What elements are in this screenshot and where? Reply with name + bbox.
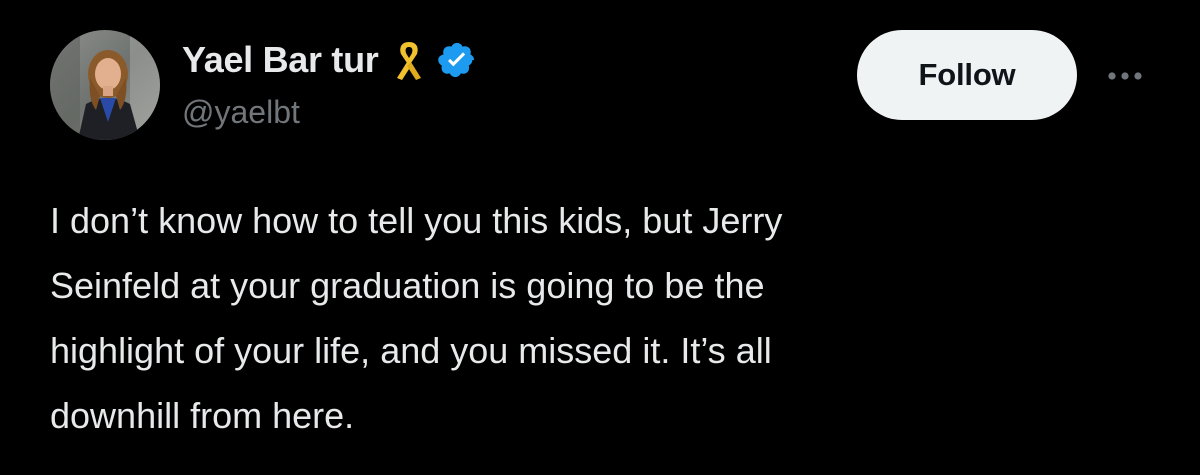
more-options-icon[interactable] [1103, 58, 1147, 94]
tweet-text: I don’t know how to tell you this kids, … [50, 188, 1160, 448]
tweet-text-line: downhill from here. [50, 395, 355, 436]
tweet-text-line: Seinfeld at your graduation is going to … [50, 265, 765, 306]
avatar[interactable] [50, 30, 160, 140]
avatar-photo [50, 30, 160, 140]
tweet-card: Yael Bar tur @yaelbt Follow I don’t know… [0, 0, 1200, 475]
author-display-name[interactable]: Yael Bar tur [182, 39, 379, 81]
yellow-ribbon-icon [393, 38, 425, 82]
verified-badge-icon [437, 40, 477, 80]
tweet-text-line: I don’t know how to tell you this kids, … [50, 200, 783, 241]
author-name-row: Yael Bar tur [182, 36, 477, 84]
tweet-text-line: highlight of your life, and you missed i… [50, 330, 772, 371]
follow-button[interactable]: Follow [857, 30, 1077, 120]
author-handle[interactable]: @yaelbt [182, 94, 300, 131]
